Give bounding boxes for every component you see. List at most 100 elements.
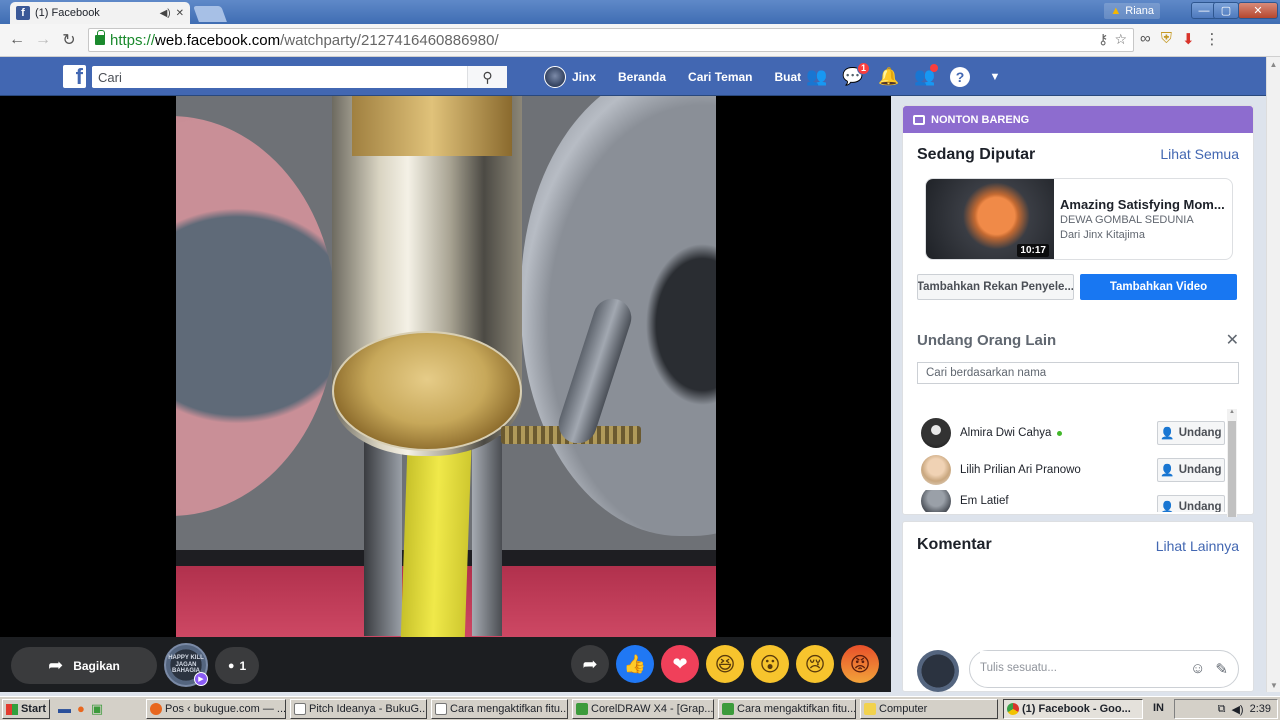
nav-find-friends[interactable]: Cari Teman: [677, 57, 763, 96]
url-scheme: https://: [110, 31, 156, 49]
account-menu-chevron-down-icon[interactable]: ▼: [984, 66, 1006, 88]
friend-name: Almira Dwi Cahya: [960, 427, 1052, 439]
volume-icon[interactable]: ◀): [1231, 703, 1243, 716]
now-playing-card[interactable]: 10:17 Amazing Satisfying Mom... DEWA GOM…: [925, 178, 1233, 260]
quick-launch-app-icon[interactable]: ▣: [91, 701, 103, 717]
taskbar-item-active[interactable]: (1) Facebook - Goo...: [1003, 699, 1143, 719]
invite-button[interactable]: 👤 Undang: [1157, 495, 1225, 512]
extension-infinity-icon[interactable]: ∞: [1140, 30, 1151, 48]
reload-icon[interactable]: ↻: [58, 30, 80, 50]
see-more-link[interactable]: Lihat Lainnya: [1156, 538, 1239, 554]
browser-toolbar: ← → ↻ https://web.facebook.com/watchpart…: [0, 24, 1280, 57]
notification-dot: [930, 63, 938, 72]
maximize-button[interactable]: ▢: [1213, 2, 1239, 19]
facebook-logo-icon[interactable]: f: [63, 65, 86, 88]
windows-logo-icon: [5, 703, 18, 715]
invite-search-input[interactable]: [917, 362, 1239, 384]
list-item: Lilih Prilian Ari Pranowo 👤 Undang: [921, 453, 1225, 487]
friend-name: Em Latief: [960, 495, 1009, 507]
extension-shield-icon[interactable]: ⛨: [1161, 30, 1172, 48]
invite-title: Undang Orang Lain: [917, 332, 1057, 349]
bookmark-star-icon[interactable]: ☆: [1114, 31, 1127, 48]
wow-reaction-icon[interactable]: 😮: [751, 645, 789, 683]
language-indicator[interactable]: IN: [1153, 702, 1164, 714]
browser-menu-icon[interactable]: ⋮: [1205, 30, 1220, 48]
haha-reaction-icon[interactable]: 😆: [706, 645, 744, 683]
start-button[interactable]: Start: [2, 699, 50, 719]
comment-input[interactable]: [980, 651, 1170, 685]
see-all-link[interactable]: Lihat Semua: [1160, 146, 1239, 162]
video-controls-bar: ➦ Bagikan HAPPY KILL JAGAN BAHAGIA ▶ ● 1…: [0, 637, 891, 692]
address-bar[interactable]: https://web.facebook.com/watchparty/2127…: [88, 28, 1134, 52]
comments-panel: Komentar Lihat Lainnya ☺ ✎: [902, 521, 1254, 692]
invite-button[interactable]: 👤 Undang: [1157, 458, 1225, 482]
quick-help-icon[interactable]: 👥: [914, 63, 938, 88]
share-button[interactable]: ➦ Bagikan: [11, 647, 157, 684]
video-player[interactable]: ➦ Bagikan HAPPY KILL JAGAN BAHAGIA ▶ ● 1…: [0, 96, 891, 692]
person-icon: ●: [227, 659, 235, 672]
invite-button[interactable]: 👤 Undang: [1157, 421, 1225, 445]
forward-arrow-icon[interactable]: →: [32, 30, 54, 50]
firefox-icon[interactable]: ●: [77, 701, 85, 717]
video-content: [176, 116, 336, 516]
love-reaction-icon[interactable]: ❤: [661, 645, 699, 683]
scroll-down-arrow-icon[interactable]: ▼: [1267, 678, 1280, 692]
add-video-button[interactable]: Tambahkan Video: [1080, 274, 1237, 300]
coreldraw-icon: [576, 703, 588, 715]
scroll-up-arrow-icon[interactable]: ▲: [1227, 409, 1237, 415]
video-content-rail-right: [472, 436, 502, 636]
emoji-icon[interactable]: ☺: [1190, 660, 1205, 678]
friend-requests-icon[interactable]: 👥: [806, 66, 828, 88]
add-friend-icon: 👤: [1160, 428, 1175, 440]
sticker-icon[interactable]: ✎: [1215, 660, 1228, 678]
taskbar-item-label: Cara mengaktifkan fitu...: [737, 703, 856, 715]
taskbar-item[interactable]: CorelDRAW X4 - [Grap...: [572, 699, 714, 719]
list-item: Almira Dwi Cahya 👤 Undang: [921, 416, 1225, 450]
viewer-count-button[interactable]: ● 1: [215, 647, 259, 684]
invite-list-scrollbar[interactable]: ▲: [1227, 409, 1237, 517]
nav-find-friends-label: Cari Teman: [688, 69, 753, 84]
taskbar-item[interactable]: Cara mengaktifkan fitu...: [431, 699, 568, 719]
scroll-thumb[interactable]: [1228, 421, 1236, 517]
close-icon[interactable]: ✕: [1226, 330, 1239, 350]
clock[interactable]: 2:39: [1250, 703, 1271, 715]
taskbar-item[interactable]: Computer: [860, 699, 998, 719]
notifications-bell-icon[interactable]: 🔔: [878, 66, 900, 88]
share-reaction-icon[interactable]: ➦: [571, 645, 609, 683]
key-icon[interactable]: ⚷: [1098, 31, 1108, 48]
search-input[interactable]: [92, 67, 462, 87]
close-window-button[interactable]: ✕: [1238, 2, 1278, 19]
taskbar-item-label: Computer: [879, 703, 928, 715]
back-arrow-icon[interactable]: ←: [6, 30, 28, 50]
taskbar-item[interactable]: Pos ‹ bukugue.com — ...: [146, 699, 286, 719]
show-desktop-icon[interactable]: ▬: [58, 701, 71, 717]
scroll-up-arrow-icon[interactable]: ▲: [1267, 57, 1280, 71]
url-host: web.facebook.com: [155, 31, 281, 49]
nav-create[interactable]: Buat: [764, 57, 813, 96]
new-tab-button[interactable]: [193, 6, 227, 22]
firefox-icon: [150, 703, 162, 715]
now-playing-from: Dari Jinx Kitajima: [1060, 229, 1145, 241]
extension-download-icon[interactable]: ⬇: [1182, 30, 1195, 48]
network-icon[interactable]: ⧉: [1218, 703, 1226, 716]
browser-tab[interactable]: f (1) Facebook ◀) ✕: [10, 2, 190, 24]
messenger-icon[interactable]: 💬 1: [842, 61, 870, 88]
taskbar-item[interactable]: Cara mengaktifkan fitu...: [718, 699, 856, 719]
like-reaction-icon[interactable]: 👍: [616, 645, 654, 683]
help-question-icon[interactable]: ?: [950, 66, 970, 87]
page-scrollbar[interactable]: ▲ ▼: [1266, 57, 1280, 692]
sad-reaction-icon[interactable]: 😢: [796, 645, 834, 683]
nav-home[interactable]: Beranda: [607, 57, 677, 96]
video-frame[interactable]: [176, 96, 716, 637]
nav-home-label: Beranda: [618, 69, 667, 84]
taskbar-item[interactable]: Pitch Ideanya - BukuG...: [290, 699, 427, 719]
audio-icon[interactable]: ◀): [160, 8, 171, 19]
nav-profile[interactable]: Jinx: [533, 57, 607, 96]
search-icon[interactable]: ⚲: [467, 66, 507, 88]
now-playing-title: Sedang Diputar: [917, 146, 1036, 163]
nav-profile-label: Jinx: [572, 69, 597, 84]
tab-close-icon[interactable]: ✕: [176, 8, 184, 19]
angry-reaction-icon[interactable]: 😡: [841, 645, 879, 683]
add-cohost-button[interactable]: Tambahkan Rekan Penyele...: [917, 274, 1074, 300]
profile-button[interactable]: ▲ Riana: [1104, 3, 1160, 19]
